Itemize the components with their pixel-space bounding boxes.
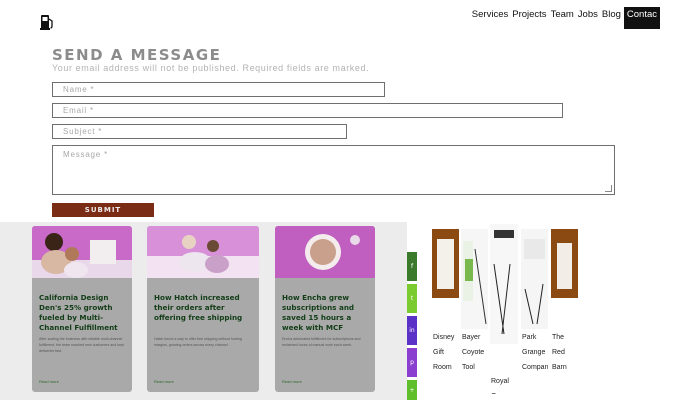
portfolio-tile[interactable]: Bayer Coyote Tool (461, 229, 488, 375)
card-excerpt: After scaling the business with reliable… (39, 337, 125, 353)
portfolio-tile[interactable]: Park Grange Company (521, 229, 548, 375)
nav-services[interactable]: Services (472, 9, 508, 20)
bedroom-photo (147, 226, 259, 278)
tile-image (432, 229, 459, 298)
read-more-link[interactable]: Read more (282, 379, 302, 384)
form-title: SEND A MESSAGE (52, 46, 222, 64)
facebook-glyph: f (410, 263, 414, 270)
case-study-card[interactable]: How Hatch increased their orders after o… (147, 226, 259, 392)
tile-image (461, 229, 488, 329)
card-title: How Hatch increased their orders after o… (154, 293, 243, 322)
submit-button[interactable]: SUBMIT (52, 203, 154, 217)
message-placeholder: Message * (63, 150, 108, 159)
nav-team[interactable]: Team (551, 9, 574, 20)
portfolio-tile[interactable]: Royal Grange (490, 224, 518, 394)
card-title: California Design Den's 25% growth fuele… (39, 293, 118, 332)
pinterest-glyph: p (410, 359, 414, 366)
linkedin-icon[interactable]: in (407, 316, 417, 345)
tile-caption: Royal Grange (491, 378, 514, 394)
message-field[interactable]: Message * (52, 145, 615, 195)
card-title: How Encha grew subscriptions and saved 1… (282, 293, 355, 332)
nav-blog[interactable]: Blog (602, 9, 621, 20)
twitter-icon[interactable]: t (407, 284, 417, 313)
tile-image (551, 229, 578, 298)
matcha-drink-photo (275, 226, 375, 278)
tile-caption: Bayer Coyote Tool (462, 334, 485, 371)
share-glyph: + (409, 386, 415, 394)
email-field[interactable]: Email * (52, 103, 563, 118)
name-field[interactable]: Name * (52, 82, 385, 97)
facebook-icon[interactable]: f (407, 252, 417, 281)
portfolio-tile[interactable]: Disney Gift Room (432, 229, 459, 375)
portfolio-tile[interactable]: The Red Barn Ale House (551, 229, 578, 375)
pinterest-icon[interactable]: p (407, 348, 417, 377)
card-excerpt: Hatch found a way to offer free shipping… (154, 337, 242, 347)
twitter-glyph: t (410, 295, 414, 302)
fuel-pump-icon[interactable] (40, 12, 54, 30)
nav-contact[interactable]: Contac (623, 7, 660, 29)
card-excerpt: Encha automated fulfillment for subscrip… (282, 337, 361, 347)
share-icon[interactable]: + (407, 380, 417, 400)
linkedin-glyph: in (409, 327, 415, 334)
read-more-link[interactable]: Read more (154, 379, 174, 384)
form-subtitle: Your email address will not be published… (52, 63, 370, 73)
nav-projects[interactable]: Projects (512, 9, 546, 20)
main-nav: Services Projects Team Jobs Blog Contac (468, 7, 660, 29)
read-more-link[interactable]: Read more (39, 379, 59, 384)
tile-image (521, 229, 548, 329)
family-photo (32, 226, 132, 278)
tile-caption: Disney Gift Room (433, 334, 455, 371)
subject-field[interactable]: Subject * (52, 124, 347, 139)
tile-caption: Park Grange Company (522, 334, 548, 371)
tile-caption: The Red Barn Ale House (552, 334, 567, 371)
case-study-card[interactable]: How Encha grew subscriptions and saved 1… (275, 226, 375, 392)
tile-image (490, 224, 518, 344)
resize-handle-icon[interactable] (605, 185, 612, 192)
nav-jobs[interactable]: Jobs (578, 9, 598, 20)
case-study-card[interactable]: California Design Den's 25% growth fuele… (32, 226, 132, 392)
